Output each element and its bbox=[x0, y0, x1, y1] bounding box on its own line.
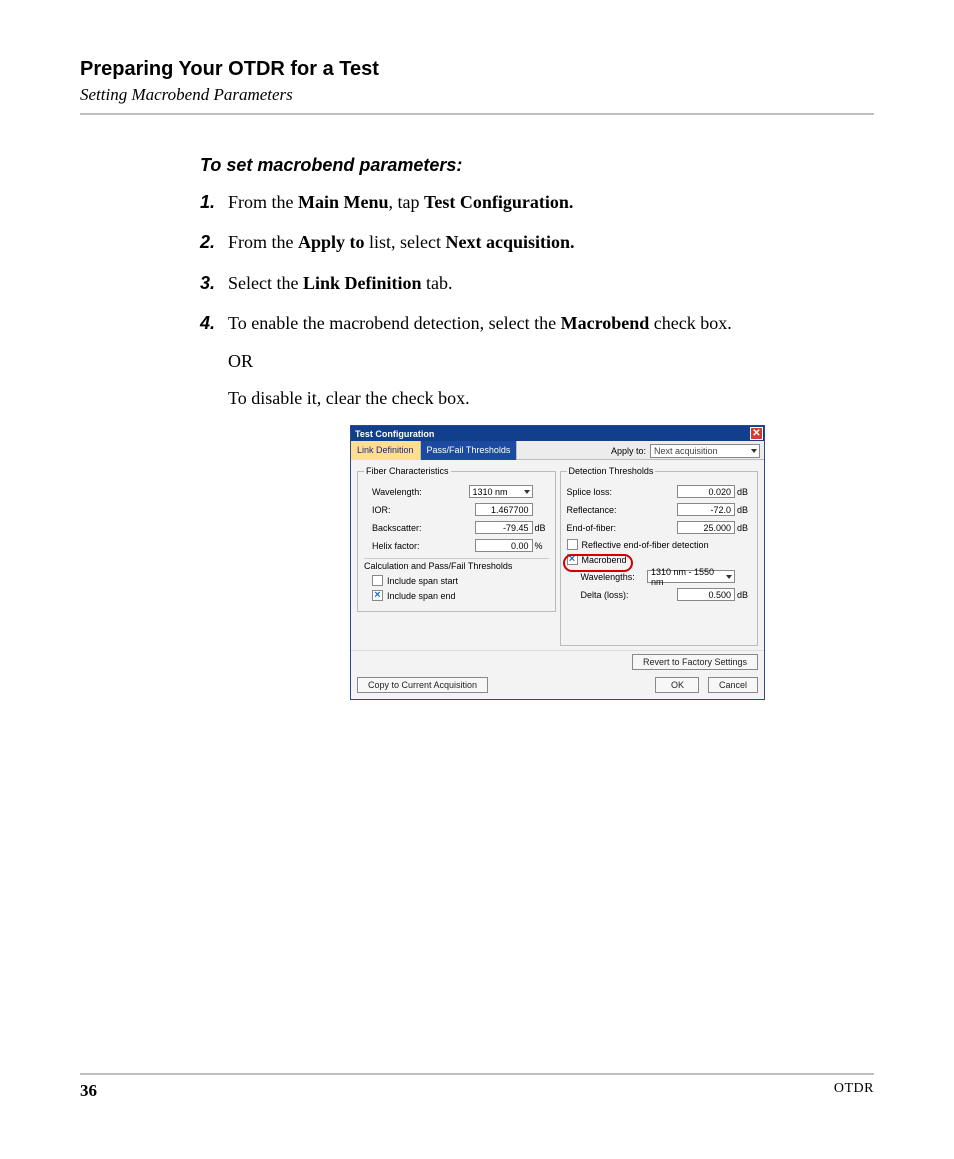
wavelength-label: Wavelength: bbox=[364, 487, 469, 497]
step-text: , tap bbox=[389, 192, 425, 212]
step-text: Select the bbox=[228, 273, 303, 293]
include-span-start-checkbox[interactable] bbox=[372, 575, 383, 586]
step-bold: Next acquisition. bbox=[446, 232, 575, 252]
unit: dB bbox=[735, 487, 751, 497]
reflectance-input[interactable]: -72.0 bbox=[677, 503, 735, 516]
include-span-start-label: Include span start bbox=[387, 576, 458, 586]
dialog-tabbar: Link Definition Pass/Fail Thresholds App… bbox=[351, 441, 764, 460]
unit: dB bbox=[533, 523, 549, 533]
macrobend-checkbox[interactable] bbox=[567, 554, 578, 565]
step-number: 3. bbox=[200, 271, 228, 295]
step-text: check box. bbox=[649, 313, 731, 333]
end-of-fiber-label: End-of-fiber: bbox=[567, 523, 678, 533]
dialog-titlebar[interactable]: Test Configuration ✕ bbox=[351, 426, 764, 441]
group-legend: Fiber Characteristics bbox=[364, 466, 451, 476]
step-number: 4. bbox=[200, 311, 228, 335]
reflectance-label: Reflectance: bbox=[567, 505, 678, 515]
delta-loss-input[interactable]: 0.500 bbox=[677, 588, 735, 601]
detection-thresholds-group: Detection Thresholds Splice loss: 0.020 … bbox=[560, 466, 759, 646]
reflective-eof-checkbox[interactable] bbox=[567, 539, 578, 550]
header-rule bbox=[80, 113, 874, 115]
step-text: To enable the macrobend detection, selec… bbox=[228, 313, 561, 333]
step-bold: Test Configuration. bbox=[424, 192, 573, 212]
step-bold: Link Definition bbox=[303, 273, 422, 293]
footer-rule bbox=[80, 1073, 874, 1075]
backscatter-input[interactable]: -79.45 bbox=[475, 521, 533, 534]
calc-subheading: Calculation and Pass/Fail Thresholds bbox=[364, 561, 549, 571]
unit: dB bbox=[735, 523, 751, 533]
cancel-button[interactable]: Cancel bbox=[708, 677, 758, 693]
step-number: 2. bbox=[200, 230, 228, 254]
page-number: 36 bbox=[80, 1081, 97, 1101]
step-text: From the bbox=[228, 192, 298, 212]
step-4b: To disable it, clear the check box. bbox=[228, 388, 834, 409]
test-configuration-dialog: Test Configuration ✕ Link Definition Pas… bbox=[350, 425, 765, 700]
wavelength-select[interactable]: 1310 nm bbox=[469, 485, 533, 498]
wavelengths-label: Wavelengths: bbox=[581, 572, 648, 582]
backscatter-label: Backscatter: bbox=[364, 523, 475, 533]
dialog-title: Test Configuration bbox=[355, 429, 434, 439]
close-icon[interactable]: ✕ bbox=[750, 427, 763, 440]
apply-to-label: Apply to: bbox=[611, 446, 646, 456]
include-span-end-checkbox[interactable] bbox=[372, 590, 383, 601]
step-bold: Apply to bbox=[298, 232, 365, 252]
apply-to-select[interactable]: Next acquisition bbox=[650, 444, 760, 458]
wavelengths-value: 1310 nm - 1550 nm bbox=[651, 567, 726, 587]
ok-button[interactable]: OK bbox=[655, 677, 699, 693]
page-title: Preparing Your OTDR for a Test bbox=[80, 58, 874, 81]
group-legend: Detection Thresholds bbox=[567, 466, 656, 476]
step-bold: Main Menu bbox=[298, 192, 389, 212]
ior-input[interactable]: 1.467700 bbox=[475, 503, 533, 516]
unit: % bbox=[533, 541, 549, 551]
chevron-down-icon bbox=[751, 449, 757, 453]
step-4: 4. To enable the macrobend detection, se… bbox=[200, 311, 834, 335]
step-or: OR bbox=[228, 351, 834, 372]
splice-loss-input[interactable]: 0.020 bbox=[677, 485, 735, 498]
step-3: 3. Select the Link Definition tab. bbox=[200, 271, 834, 295]
reflective-eof-label: Reflective end-of-fiber detection bbox=[582, 540, 709, 550]
copy-to-current-button[interactable]: Copy to Current Acquisition bbox=[357, 677, 488, 693]
step-2: 2. From the Apply to list, select Next a… bbox=[200, 230, 834, 254]
helix-label: Helix factor: bbox=[364, 541, 475, 551]
page-subtitle: Setting Macrobend Parameters bbox=[80, 85, 874, 105]
helix-input[interactable]: 0.00 bbox=[475, 539, 533, 552]
step-1: 1. From the Main Menu, tap Test Configur… bbox=[200, 190, 834, 214]
ior-label: IOR: bbox=[364, 505, 475, 515]
chevron-down-icon bbox=[524, 490, 530, 494]
tab-pass-fail[interactable]: Pass/Fail Thresholds bbox=[421, 441, 518, 460]
unit: dB bbox=[735, 505, 751, 515]
product-name: OTDR bbox=[834, 1081, 874, 1101]
splice-loss-label: Splice loss: bbox=[567, 487, 678, 497]
chevron-down-icon bbox=[726, 575, 732, 579]
unit: dB bbox=[735, 590, 751, 600]
revert-button[interactable]: Revert to Factory Settings bbox=[632, 654, 758, 670]
tab-link-definition[interactable]: Link Definition bbox=[351, 441, 421, 460]
include-span-end-label: Include span end bbox=[387, 591, 456, 601]
macrobend-label: Macrobend bbox=[582, 555, 627, 565]
apply-to-value: Next acquisition bbox=[654, 446, 718, 456]
step-bold: Macrobend bbox=[561, 313, 650, 333]
step-text: From the bbox=[228, 232, 298, 252]
step-text: list, select bbox=[365, 232, 446, 252]
instructions-heading: To set macrobend parameters: bbox=[200, 155, 834, 176]
step-number: 1. bbox=[200, 190, 228, 214]
end-of-fiber-input[interactable]: 25.000 bbox=[677, 521, 735, 534]
wavelengths-select[interactable]: 1310 nm - 1550 nm bbox=[647, 570, 735, 583]
fiber-characteristics-group: Fiber Characteristics Wavelength: 1310 n… bbox=[357, 466, 556, 612]
delta-loss-label: Delta (loss): bbox=[581, 590, 678, 600]
wavelength-value: 1310 nm bbox=[473, 487, 508, 497]
step-text: tab. bbox=[422, 273, 453, 293]
